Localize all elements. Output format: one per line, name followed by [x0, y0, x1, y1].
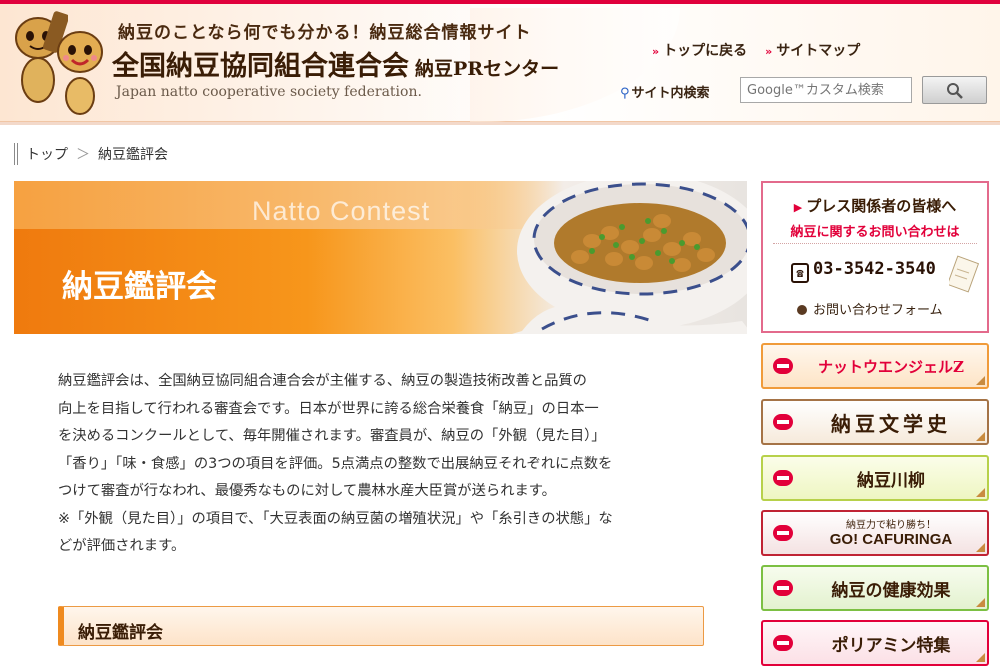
side-nav-label: ポリアミン特集 [831, 635, 951, 656]
site-name-english: Japan natto cooperative society federati… [116, 84, 422, 100]
site-tagline: 納豆のことなら何でも分かる！納豆総合情報サイト [118, 23, 532, 43]
corner-icon [976, 598, 985, 607]
nav-pill-icon [773, 635, 793, 651]
natto-mascot-icon [57, 31, 103, 115]
side-nav-polyamine[interactable]: ポリアミン特集 [761, 620, 989, 666]
press-divider [773, 243, 977, 244]
nav-pill-icon [773, 580, 793, 596]
side-nav-small-label: 納豆力で粘り勝ち！ [846, 520, 936, 531]
breadcrumb-separator: ＞ [76, 147, 90, 163]
side-nav-natto-angel-z[interactable]: ナットウエンジェルZ [761, 343, 989, 389]
press-phone-number: 03-3542-3540 [813, 259, 936, 279]
sitemap-link[interactable]: » サイトマップ [765, 40, 860, 60]
side-nav-label: 納豆文学史 [831, 411, 951, 436]
search-input[interactable] [740, 77, 912, 103]
phone-icon: ☎ [791, 263, 809, 283]
corner-icon [976, 543, 985, 552]
press-subtitle: 納豆に関するお問い合わせは [790, 225, 960, 240]
header-links: » トップに戻る » サイトマップ [652, 40, 860, 60]
nav-pill-icon [773, 470, 793, 486]
side-nav-natto-senryu[interactable]: 納豆川柳 [761, 455, 989, 501]
side-nav-natto-literature[interactable]: 納豆文学史 [761, 399, 989, 445]
page-banner: Natto Contest 納豆鑑評会 [14, 181, 747, 334]
press-title: ▶ プレス関係者の皆様へ [763, 195, 987, 216]
nav-pill-icon [773, 525, 793, 541]
site-subname: 納豆PRセンター [415, 58, 560, 80]
breadcrumb-top-link[interactable]: トップ [26, 144, 68, 164]
intro-line: 向上を目指して行われる審査会です。日本が世界に誇る総合栄養食「納豆」の日本一 [58, 400, 599, 417]
site-logo-title[interactable]: 全国納豆協同組合連合会 納豆PRセンター [112, 44, 559, 83]
natto-bowl-image [512, 181, 747, 334]
site-header: 納豆のことなら何でも分かる！納豆総合情報サイト 全国納豆協同組合連合会 納豆PRセ… [0, 4, 1000, 122]
section-heading: 納豆鑑評会 [58, 606, 704, 646]
intro-line: どが評価されます。 [58, 538, 186, 554]
sitemap-link-label: サイトマップ [776, 43, 861, 59]
corner-icon [976, 376, 985, 385]
side-nav-label: 納豆川柳 [857, 470, 925, 491]
site-name: 全国納豆協同組合連合会 [112, 51, 409, 82]
top-page-link[interactable]: » トップに戻る [652, 40, 747, 60]
intro-line: つけて審査が行なわれ、最優秀なものに対して農林水産大臣賞が送られます。 [58, 483, 556, 499]
contact-form-link-label: お問い合わせフォーム [813, 303, 943, 318]
corner-icon [976, 432, 985, 441]
banner-english-title: Natto Contest [252, 196, 431, 226]
section-heading-text: 納豆鑑評会 [78, 623, 163, 643]
breadcrumb: トップ ＞ 納豆鑑評会 [14, 143, 168, 165]
site-search-label-text: サイト内検索 [631, 86, 710, 101]
intro-line: を決めるコンクールとして、毎年開催されます。審査員が、納豆の「外観（見た目）」 [58, 428, 606, 444]
triangle-icon: ▶ [793, 201, 803, 214]
double-arrow-icon: » [765, 45, 772, 58]
side-nav-label: GO! CAFURINGA [829, 531, 953, 548]
contact-form-link[interactable]: お問い合わせフォーム [797, 299, 943, 318]
intro-text: 納豆鑑評会は、全国納豆協同組合連合会が主催する、納豆の製造技術改善と品質の 向上… [58, 368, 708, 561]
page-title: 納豆鑑評会 [62, 269, 217, 305]
double-arrow-icon: » [652, 45, 659, 58]
corner-icon [976, 653, 985, 662]
breadcrumb-current: 納豆鑑評会 [98, 147, 168, 163]
header-divider [0, 122, 1000, 125]
press-contact-box: ▶ プレス関係者の皆様へ 納豆に関するお問い合わせは ☎ 03-3542-3540 … [761, 181, 989, 333]
intro-line: 納豆鑑評会は、全国納豆協同組合連合会が主催する、納豆の製造技術改善と品質の [58, 373, 587, 389]
bullet-icon [797, 305, 807, 315]
corner-icon [976, 488, 985, 497]
side-nav-health-effects[interactable]: 納豆の健康効果 [761, 565, 989, 611]
site-search-label: ⚲ サイト内検索 [620, 82, 710, 101]
nav-pill-icon [773, 414, 793, 430]
side-nav-label: ナットウエンジェルZ [818, 357, 964, 376]
search-icon [947, 83, 963, 99]
document-icon [949, 255, 979, 293]
nav-pill-icon [773, 358, 793, 374]
press-title-text: プレス関係者の皆様へ [806, 197, 957, 215]
top-page-link-label: トップに戻る [663, 43, 748, 59]
press-phone: ☎ 03-3542-3540 [791, 259, 936, 283]
side-nav-label: 納豆の健康効果 [831, 580, 951, 601]
intro-line: ※「外観（見た目）」の項目で、「大豆表面の納豆菌の増殖状況」や「糸引きの状態」な [58, 510, 613, 527]
search-button[interactable] [922, 76, 987, 104]
side-nav-cafuringa[interactable]: 納豆力で粘り勝ち！ GO! CAFURINGA [761, 510, 989, 556]
intro-line: 「香り」「味・食感」の3つの項目を評価。5点満点の整数で出展納豆それぞれに点数を [58, 455, 613, 472]
magnifier-icon: ⚲ [620, 86, 630, 101]
